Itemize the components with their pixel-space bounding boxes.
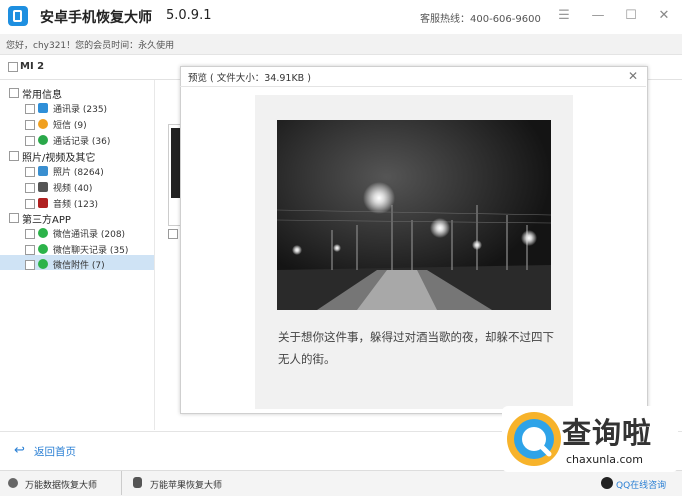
tree-item-wechat-attachments[interactable]: 微信附件 (7) xyxy=(53,258,105,271)
back-home-link[interactable]: 返回首页 xyxy=(34,444,76,459)
sms-icon xyxy=(38,119,48,129)
video-icon xyxy=(38,182,48,192)
qq-icon xyxy=(601,477,613,489)
app-logo-icon xyxy=(8,6,28,26)
group-checkbox[interactable] xyxy=(9,213,19,223)
tree-group-common[interactable]: 常用信息 xyxy=(22,86,62,101)
item-checkbox[interactable] xyxy=(25,260,35,270)
photo-icon xyxy=(38,166,48,176)
greeting-text: 您好，chy321！您的会员时间：永久使用 xyxy=(6,41,175,51)
apple-icon xyxy=(133,477,142,488)
tree-item-wechat-contacts[interactable]: 微信通讯录 (208) xyxy=(53,227,125,240)
tree-item-videos[interactable]: 视频 (40) xyxy=(53,181,92,194)
tree-item-wechat-chats[interactable]: 微信聊天记录 (35) xyxy=(53,243,128,256)
tree-item-call-log[interactable]: 通话记录 (36) xyxy=(53,134,110,147)
tree-item-photos[interactable]: 照片 (8264) xyxy=(53,165,104,178)
device-label: MI 2 xyxy=(20,61,45,72)
item-checkbox[interactable] xyxy=(25,167,35,177)
tree-group-third-party[interactable]: 第三方APP xyxy=(22,211,71,226)
item-checkbox[interactable] xyxy=(25,104,35,114)
tree-item-sms[interactable]: 短信 (9) xyxy=(53,118,87,131)
bottom-divider xyxy=(121,471,122,495)
item-checkbox[interactable] xyxy=(25,199,35,209)
preview-dialog-title: 预览 ( 文件大小：34.91KB ) xyxy=(188,73,311,84)
watermark-logo xyxy=(507,412,561,466)
minimize-icon[interactable]: — xyxy=(590,8,606,24)
app-version: 5.0.9.1 xyxy=(166,8,212,23)
close-icon[interactable]: ✕ xyxy=(656,8,672,24)
qq-consult-link[interactable]: QQ在线咨询 xyxy=(616,478,666,491)
wechat-icon xyxy=(38,228,48,238)
item-checkbox[interactable] xyxy=(25,245,35,255)
maximize-icon[interactable]: ☐ xyxy=(623,8,639,24)
app-title: 安卓手机恢复大师 xyxy=(40,10,152,26)
tree-item-audio[interactable]: 音频 (123) xyxy=(53,197,98,210)
thumbnail-checkbox[interactable] xyxy=(168,229,178,239)
bottom-bar xyxy=(0,470,682,496)
watermark-text: 查询啦 xyxy=(562,416,653,450)
tree-item-contacts[interactable]: 通讯录 (235) xyxy=(53,102,107,115)
phone-icon xyxy=(38,135,48,145)
preview-caption: 关于想你这件事，躲得过对酒当歌的夜，却躲不过四下无人的街。 xyxy=(278,330,554,366)
item-checkbox[interactable] xyxy=(25,136,35,146)
sidebar-divider xyxy=(154,80,155,430)
tree-group-media[interactable]: 照片/视频及其它 xyxy=(22,149,95,164)
contacts-icon xyxy=(38,103,48,113)
data-recovery-app-icon xyxy=(8,478,18,488)
night-street-photo xyxy=(277,120,551,310)
watermark-url: chaxunla.com xyxy=(566,453,643,466)
group-checkbox[interactable] xyxy=(9,88,19,98)
apple-recovery-link[interactable]: 万能苹果恢复大师 xyxy=(150,478,222,491)
hotline-text: 客服热线：400-606-9600 xyxy=(420,14,541,25)
item-checkbox[interactable] xyxy=(25,120,35,130)
data-recovery-link[interactable]: 万能数据恢复大师 xyxy=(25,478,97,491)
device-checkbox[interactable] xyxy=(8,62,18,72)
wechat-icon xyxy=(38,259,48,269)
item-checkbox[interactable] xyxy=(25,183,35,193)
item-checkbox[interactable] xyxy=(25,229,35,239)
menu-icon[interactable]: ☰ xyxy=(556,8,572,24)
group-checkbox[interactable] xyxy=(9,151,19,161)
close-icon[interactable]: ✕ xyxy=(628,69,638,83)
wechat-icon xyxy=(38,244,48,254)
audio-icon xyxy=(38,198,48,208)
back-arrow-icon[interactable]: ↩ xyxy=(14,443,25,458)
